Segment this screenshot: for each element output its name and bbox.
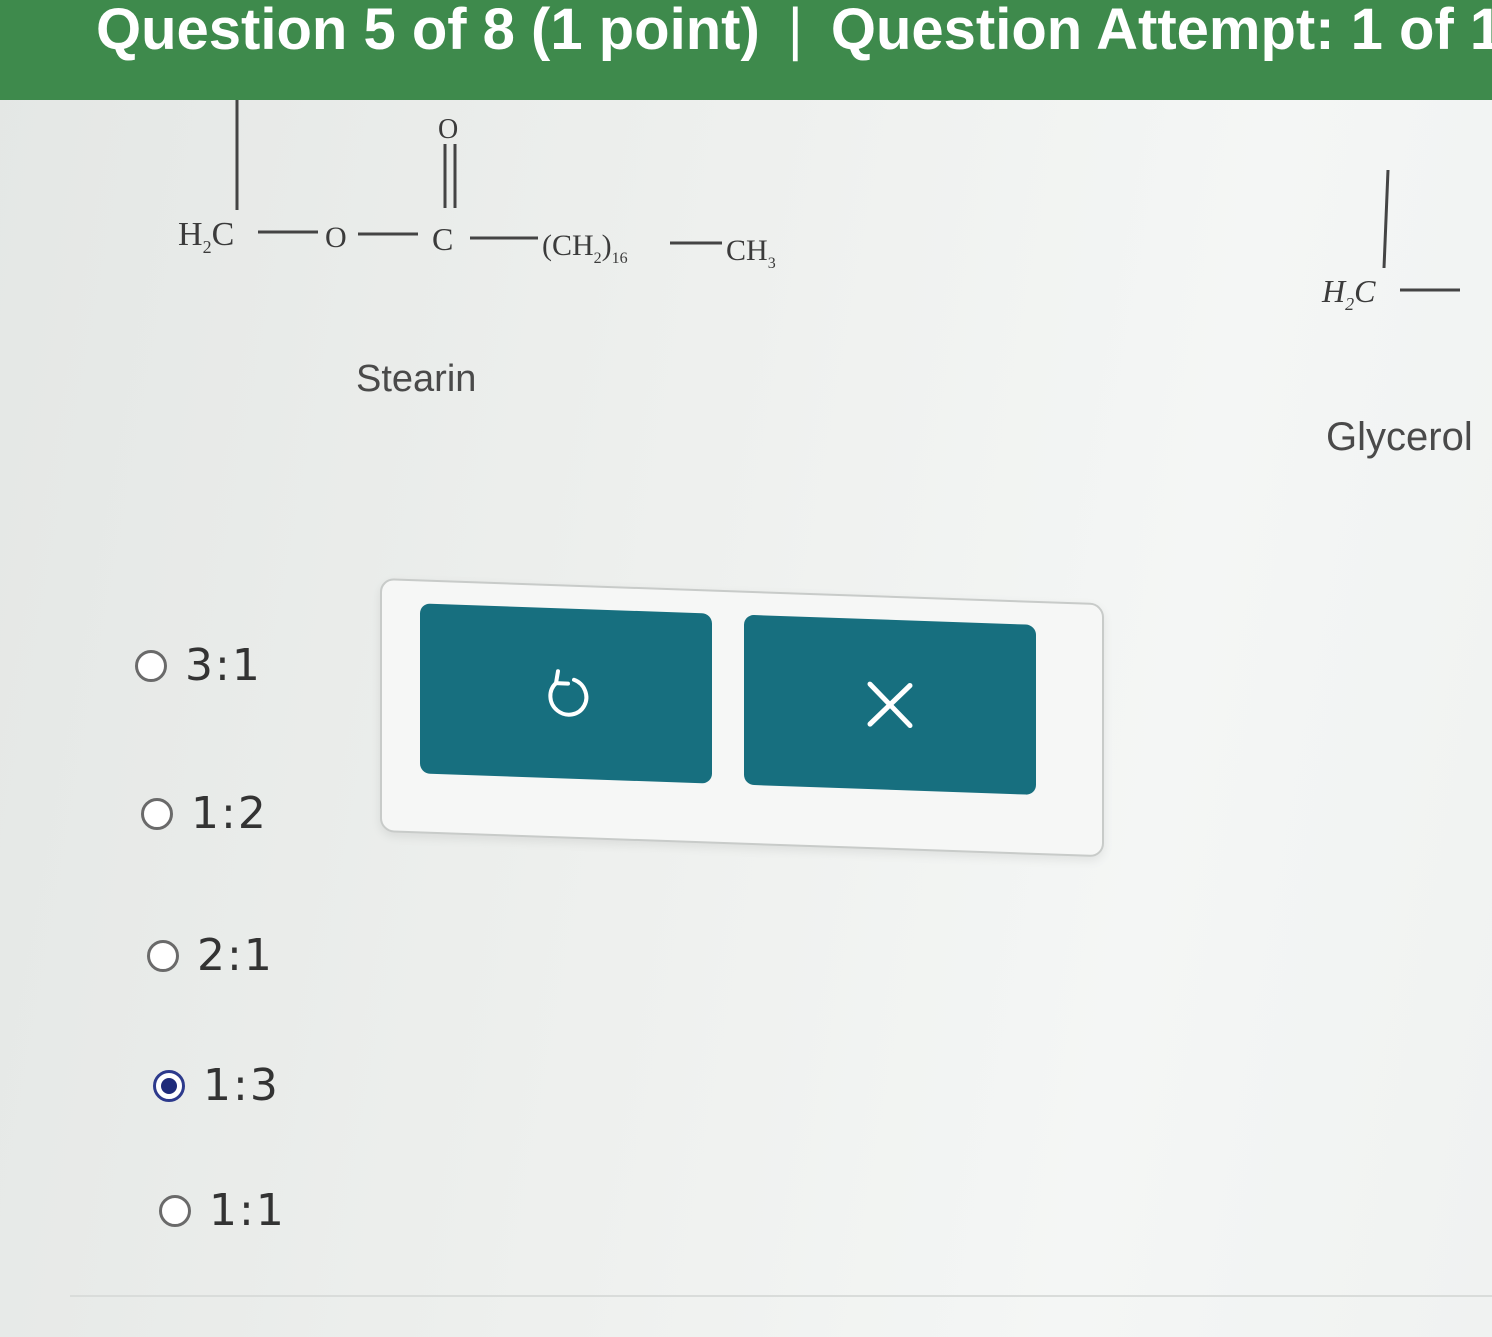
option-label: 3:1 [185, 640, 262, 691]
option-label: 1:1 [209, 1185, 286, 1236]
stearin-h2c: H2C [178, 216, 234, 257]
attempt-label: Question Attempt: 1 of 1 [830, 0, 1492, 62]
option-1-1[interactable]: 1:1 [159, 1185, 286, 1236]
header-separator: | [787, 0, 803, 62]
radio-button-selected[interactable] [153, 1069, 185, 1102]
carbonyl-carbon: C [432, 221, 453, 257]
close-button[interactable] [744, 614, 1036, 795]
question-label: Question 5 of 8 (1 point) [96, 0, 760, 62]
glycerol-h2c: H2C [1321, 273, 1376, 314]
bottom-divider [70, 1295, 1492, 1297]
stearin-caption: Stearin [356, 358, 477, 400]
reset-button[interactable] [420, 603, 712, 784]
action-popup [380, 578, 1104, 858]
option-label: 2:1 [197, 930, 274, 981]
header-text: Question 5 of 8 (1 point) | Question Attem… [96, 0, 1492, 60]
radio-button[interactable] [159, 1194, 191, 1227]
glycerol-vertical-bond [1382, 170, 1390, 269]
page: Question 5 of 8 (1 point) | Question Attem… [0, 0, 1492, 1337]
radio-button[interactable] [135, 649, 167, 682]
question-header: Question 5 of 8 (1 point) | Question Attem… [0, 0, 1492, 100]
option-label: 1:3 [203, 1060, 280, 1111]
carbonyl-oxygen: O [438, 114, 458, 145]
stearin-structure: H2C O O C (CH2)16 CH3 [178, 100, 776, 272]
radio-button[interactable] [141, 797, 173, 830]
glycerol-caption: Glycerol [1326, 415, 1473, 459]
undo-icon [548, 669, 589, 717]
stearin-chain: (CH2)16 [542, 229, 628, 267]
stearin-oxygen: O [325, 221, 347, 254]
option-1-2[interactable]: 1:2 [141, 788, 268, 839]
glycerol-structure: H2C [1321, 170, 1460, 314]
radio-button[interactable] [147, 939, 179, 972]
stearin-terminal: CH3 [726, 234, 776, 272]
option-1-3[interactable]: 1:3 [153, 1060, 280, 1111]
option-2-1[interactable]: 2:1 [147, 930, 274, 981]
close-icon [867, 681, 913, 729]
option-3-1[interactable]: 3:1 [135, 640, 262, 691]
option-label: 1:2 [191, 788, 268, 839]
